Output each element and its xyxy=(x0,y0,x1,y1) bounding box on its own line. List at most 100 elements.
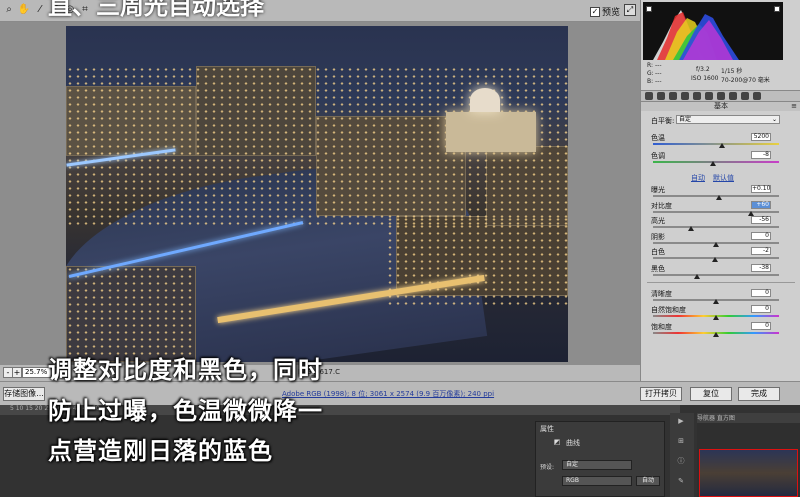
preview-checkbox[interactable]: ✓ xyxy=(590,6,600,17)
tab-lens-icon[interactable] xyxy=(705,92,713,100)
fullscreen-icon[interactable]: ⤢ xyxy=(624,4,636,16)
hand-icon[interactable]: ✋ xyxy=(17,3,31,17)
done-button[interactable]: 完成 xyxy=(738,387,780,401)
slider-thumb[interactable] xyxy=(713,332,719,337)
slider-label: 高光 xyxy=(651,217,665,225)
slider-value-field[interactable]: 0 xyxy=(751,289,771,297)
reset-button[interactable]: 复位 xyxy=(690,387,732,401)
tab-split-toning-icon[interactable] xyxy=(693,92,701,100)
chevron-down-icon: ⌄ xyxy=(771,116,777,123)
slider-value-field[interactable]: 0 xyxy=(751,322,771,330)
caption-top: 直、三周光自动选择 xyxy=(48,0,264,20)
tab-snapshots-icon[interactable] xyxy=(753,92,761,100)
image-info: R: --- G: --- B: --- f/3.2 1/15 秒 ISO 16… xyxy=(641,60,800,90)
tab-hsl-icon[interactable] xyxy=(681,92,689,100)
open-copy-button[interactable]: 打开拷贝 xyxy=(640,387,682,401)
highlight-clip-warning[interactable] xyxy=(774,6,780,12)
slider-value-field[interactable]: +0.10 xyxy=(751,185,771,193)
aperture: f/3.2 xyxy=(696,66,710,73)
r-label: R: xyxy=(647,62,654,69)
tab-basic-icon[interactable] xyxy=(645,92,653,100)
iso: ISO 1600 xyxy=(691,75,719,82)
slider-value-field[interactable]: -56 xyxy=(751,216,771,224)
auto-link[interactable]: 自动 xyxy=(691,173,705,183)
slider-track[interactable] xyxy=(653,226,779,228)
preview-label: 预览 xyxy=(602,8,621,18)
save-image-button[interactable]: 存储图像... xyxy=(3,387,45,401)
tab-presets-icon[interactable] xyxy=(741,92,749,100)
caption-line-3: 点营造刚日落的蓝色 xyxy=(48,437,273,465)
navigator-panel: 导航器 直方图 xyxy=(697,413,800,497)
slider-label: 清晰度 xyxy=(651,290,672,298)
b-value: --- xyxy=(655,78,662,85)
slider-value-field[interactable]: -38 xyxy=(751,264,771,272)
white-balance-icon[interactable]: ⁄ xyxy=(33,3,47,17)
caption-line-2: 防止过曝，色温微微降一 xyxy=(48,397,323,425)
default-link[interactable]: 默认值 xyxy=(713,173,734,183)
slider-label: 饱和度 xyxy=(651,323,672,331)
g-label: G: xyxy=(647,70,654,77)
slider-thumb[interactable] xyxy=(713,315,719,320)
play-icon[interactable]: ▶ xyxy=(676,417,686,425)
white-balance-select[interactable]: 自定 ⌄ xyxy=(676,115,780,124)
slider-thumb[interactable] xyxy=(713,242,719,247)
slider-thumb[interactable] xyxy=(719,143,726,148)
slider-thumb[interactable] xyxy=(710,161,717,166)
zoom-in-button[interactable]: + xyxy=(12,367,22,378)
panel-tabs xyxy=(641,90,800,102)
slider-track[interactable] xyxy=(653,274,779,276)
white-balance-value: 自定 xyxy=(679,116,692,123)
tab-camera-calibration-icon[interactable] xyxy=(729,92,737,100)
slider-label: 自然饱和度 xyxy=(651,306,686,314)
panel-icon-strip: ▶ ⊞ ⓘ ✎ xyxy=(670,413,694,497)
preset-label: 预设: xyxy=(540,464,555,471)
slider-label: 白色 xyxy=(651,248,665,256)
slider-label: 黑色 xyxy=(651,265,665,273)
cathedral xyxy=(446,112,536,152)
tab-detail-icon[interactable] xyxy=(669,92,677,100)
slider-value-field[interactable]: -8 xyxy=(751,151,771,159)
lens: 70-200@70 毫米 xyxy=(721,77,770,84)
slider-thumb[interactable] xyxy=(711,257,718,262)
section-basic-title: 基本 ≡ xyxy=(641,102,800,111)
slider-value-field[interactable]: 0 xyxy=(751,232,771,240)
history-icon[interactable]: ⊞ xyxy=(676,437,686,445)
curves-label: 曲线 xyxy=(566,439,580,447)
cathedral-dome xyxy=(470,88,500,112)
divider xyxy=(647,282,795,283)
slider-track[interactable] xyxy=(653,143,779,145)
camera-raw-dialog: ⌕ ✋ ⁄ ⁄ ◎ ⌗ ✓ 预览 ⤢ - + 25.7% IMG_0617.C … xyxy=(0,0,800,405)
histogram xyxy=(643,2,783,60)
g-value: --- xyxy=(655,70,662,77)
caption-line-1: 调整对比度和黑色，同时 xyxy=(48,356,323,384)
preview-toggle[interactable]: ✓ 预览 xyxy=(590,5,620,18)
zoom-icon[interactable]: ⌕ xyxy=(2,3,16,17)
info-icon[interactable]: ⓘ xyxy=(676,457,686,465)
brush-icon[interactable]: ✎ xyxy=(676,477,686,485)
r-value: --- xyxy=(655,62,662,69)
slider-value-field[interactable]: -2 xyxy=(751,247,771,255)
tab-effects-icon[interactable] xyxy=(717,92,725,100)
tab-tone-curve-icon[interactable] xyxy=(657,92,665,100)
preset-select[interactable]: 自定 xyxy=(562,460,632,470)
navigator-tabs[interactable]: 导航器 直方图 xyxy=(697,413,800,423)
b-label: B: xyxy=(647,78,654,85)
auto-button[interactable]: 自动 xyxy=(636,476,660,486)
channel-select[interactable]: RGB xyxy=(562,476,632,486)
shadow-clip-warning[interactable] xyxy=(646,6,652,12)
slider-value-field[interactable]: +60 xyxy=(751,201,771,209)
slider-thumb[interactable] xyxy=(687,226,694,231)
section-menu-icon[interactable]: ≡ xyxy=(791,102,797,111)
slider-thumb[interactable] xyxy=(713,299,719,304)
slider-track[interactable] xyxy=(653,211,779,213)
properties-panel: 属性 ◩ 曲线 预设: 自定 RGB 自动 xyxy=(535,421,665,497)
screen: ⌕ ✋ ⁄ ⁄ ◎ ⌗ ✓ 预览 ⤢ - + 25.7% IMG_0617.C … xyxy=(0,0,800,497)
histogram-graph xyxy=(653,10,739,60)
slider-value-field[interactable]: 5200 xyxy=(751,133,771,141)
slider-thumb[interactable] xyxy=(694,274,701,279)
slider-thumb[interactable] xyxy=(715,195,722,200)
properties-title: 属性 xyxy=(540,425,554,433)
navigator-thumbnail[interactable] xyxy=(699,449,798,497)
slider-value-field[interactable]: 0 xyxy=(751,305,771,313)
curves-icon: ◩ xyxy=(553,438,561,446)
